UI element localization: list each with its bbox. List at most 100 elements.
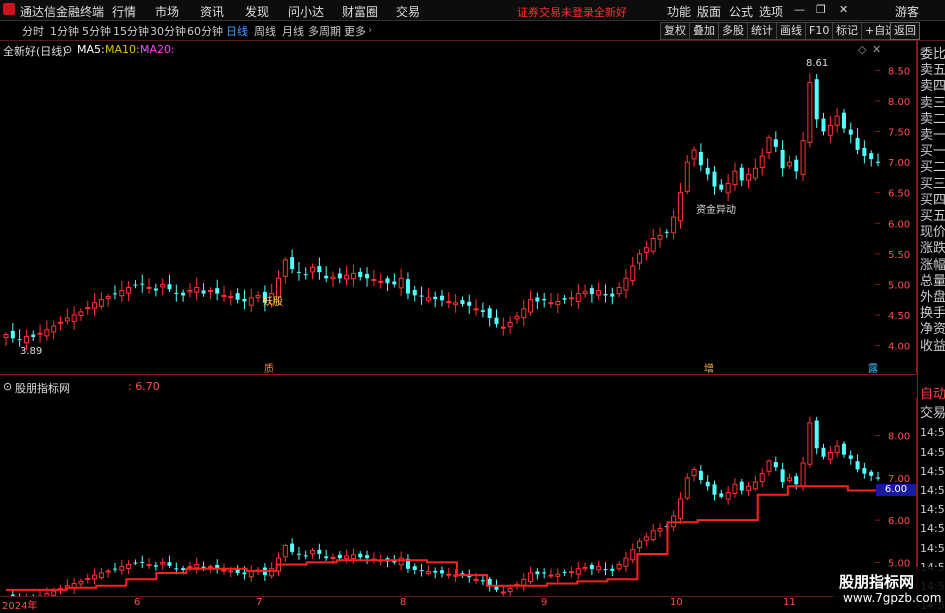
huaxian-button[interactable]: 画线 [776, 22, 806, 40]
candle-body [575, 293, 581, 302]
quote-field-label: 换手 [920, 306, 945, 322]
candle-body [344, 274, 350, 280]
time-label: 11 [783, 597, 796, 608]
candle-body [691, 468, 697, 477]
candle-body [221, 294, 227, 298]
candle-body [841, 112, 846, 129]
candle-body [568, 297, 574, 300]
time-label: 10 [670, 597, 683, 608]
candle-body [650, 238, 656, 252]
menu-jiaoyi[interactable]: 交易 [396, 3, 420, 20]
candlestick-chart[interactable]: 4.00 4.50 5.00 5.50 6.00 6.50 7.00 7.50 8.00 8.50 [0, 41, 916, 374]
period-multi[interactable]: 多周期 [308, 23, 341, 39]
candle-body [705, 167, 710, 175]
restore-icon[interactable]: ❐ [816, 3, 826, 16]
diejia-button[interactable]: 叠加 [689, 22, 719, 40]
candle-body [71, 314, 77, 323]
period-more[interactable]: 更多 [344, 23, 366, 39]
menu-zixun[interactable]: 资讯 [200, 3, 224, 20]
candle-body [507, 321, 513, 328]
candle-body [398, 557, 404, 566]
period-30min[interactable]: 30分钟 [150, 23, 186, 39]
candle-body [201, 290, 206, 294]
menu-faxian[interactable]: 发现 [245, 3, 269, 20]
period-60min[interactable]: 60分钟 [187, 23, 223, 39]
candle-body [637, 253, 643, 264]
candle-body [548, 574, 554, 577]
period-15min[interactable]: 15分钟 [113, 23, 149, 39]
candle-body [719, 184, 724, 190]
period-5min[interactable]: 5分钟 [82, 23, 111, 39]
biaoji-button[interactable]: 标记 [832, 22, 862, 40]
candle-body [677, 498, 683, 519]
menu-caifuquan[interactable]: 财富圈 [342, 3, 378, 20]
candle-body [350, 272, 356, 280]
back-button[interactable]: 返回 [890, 22, 920, 40]
indicator-chart[interactable]: 5.006.007.008.00 [0, 398, 916, 596]
period-daily[interactable]: 日线 [226, 23, 248, 39]
candle-body [780, 149, 785, 169]
candle-body [371, 279, 377, 282]
indicator-chart-pane[interactable]: 5.00 6.00 7.00 8.00 [0, 398, 917, 596]
period-more-chevron-icon[interactable]: › [368, 23, 372, 36]
tick-time: 14:56 [920, 484, 945, 497]
menu-banmian[interactable]: 版面 [697, 3, 721, 20]
period-weekly[interactable]: 周线 [254, 23, 276, 39]
fuquan-button[interactable]: 复权 [660, 22, 690, 40]
candle-body [616, 564, 622, 570]
menu-gongshi[interactable]: 公式 [729, 3, 753, 20]
candle-body [603, 293, 608, 296]
candle-body [814, 420, 819, 449]
candle-body [228, 570, 234, 573]
period-fenshi[interactable]: 分时 [22, 23, 44, 39]
candle-body [105, 570, 111, 573]
menu-xuanxiang[interactable]: 选项 [759, 3, 783, 20]
candle-body [207, 566, 213, 569]
pane-divider [0, 374, 916, 375]
candle-body [794, 159, 799, 172]
candle-body [739, 167, 744, 181]
tick-time: 14:56 [920, 503, 945, 517]
user-label[interactable]: 游客 [895, 3, 919, 20]
candle-body [643, 536, 649, 541]
candle-body [310, 550, 316, 555]
candle-body [78, 580, 84, 585]
candle-body [657, 234, 663, 240]
candle-body [677, 192, 683, 222]
tick-time: 14:56 [920, 541, 945, 555]
quote-side-panel: 委比 卖五 卖四 卖三 卖二 卖一 买一 买二 买三 买四 买五 现价 涨跌 涨幅 总量 外盘 换手 净资 收益 自动… [917, 41, 945, 612]
quote-field-label: 涨跌 [920, 241, 945, 257]
close-icon[interactable]: ✕ [839, 3, 848, 16]
menu-gongneng[interactable]: 功能 [667, 3, 691, 20]
candle-body [392, 281, 397, 285]
main-chart-pane[interactable]: 全新好(日线) ⊙ MA5: MA10: - MA20: ◇ ✕ 4.00 4.5… [0, 41, 917, 375]
candle-body [44, 329, 50, 337]
candle-body [398, 277, 404, 289]
tongji-button[interactable]: 统计 [747, 22, 777, 40]
candle-body [657, 528, 663, 532]
collapse-sub-icon[interactable]: ⊙ [3, 380, 12, 393]
candle-body [807, 422, 813, 465]
candle-body [324, 275, 329, 279]
f10-button[interactable]: F10 [805, 22, 834, 40]
login-warning[interactable]: 证券交易未登录 [517, 4, 594, 20]
candle-body [732, 483, 738, 494]
candle-body [78, 311, 84, 317]
period-monthly[interactable]: 月线 [282, 23, 304, 39]
candle-body [365, 555, 370, 559]
menu-wenxiaoda[interactable]: 问小达 [288, 3, 324, 20]
duogu-button[interactable]: 多股 [718, 22, 748, 40]
candle-body [473, 578, 479, 581]
y-tick-label: 6.00 [888, 219, 910, 230]
menu-hangqing[interactable]: 行情 [112, 3, 136, 20]
period-1min[interactable]: 1分钟 [50, 23, 79, 39]
candle-body [412, 289, 417, 296]
candle-body [555, 301, 561, 306]
candle-body [269, 568, 275, 577]
time-label: 2024年 [2, 601, 38, 612]
candle-body [535, 571, 540, 575]
minimize-icon[interactable]: — [794, 3, 805, 16]
menu-shichang[interactable]: 市场 [155, 3, 179, 20]
auto-trade-toggle[interactable]: 自动 [920, 387, 945, 402]
candle-body [181, 292, 186, 296]
